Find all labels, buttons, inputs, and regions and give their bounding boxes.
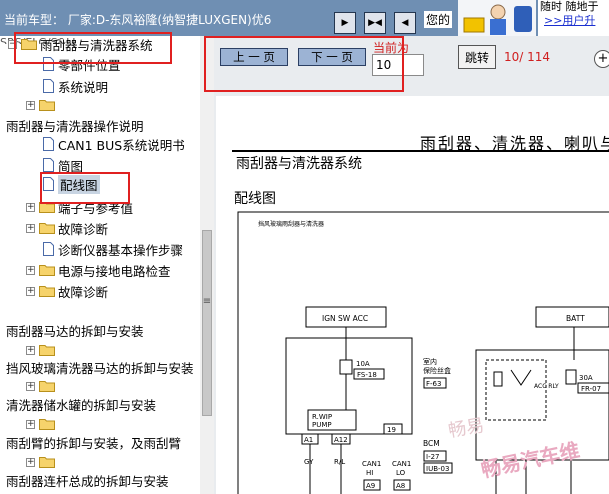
expand-icon[interactable]: + — [26, 202, 35, 212]
nav-toggle-button[interactable]: ▶◀ — [364, 12, 386, 34]
can1-hi-2: HI — [366, 469, 373, 477]
tree-item-label: 挡风玻璃清洗器马达的拆卸与安装 — [6, 360, 194, 376]
folder-icon — [39, 265, 55, 276]
pin-a12: A12 — [334, 436, 348, 444]
tree-item[interactable]: 诊断仪器基本操作步骤 — [43, 239, 183, 259]
tree-folder-row[interactable]: + — [26, 452, 58, 472]
can1-lo-1: CAN1 — [392, 460, 411, 468]
expand-icon[interactable]: + — [26, 457, 35, 467]
upgrade-link[interactable]: >>用户升 — [544, 12, 595, 28]
play-left-icon: ◀ — [401, 17, 409, 28]
expand-icon[interactable]: + — [26, 265, 35, 275]
folder-icon — [39, 286, 55, 297]
tree-item[interactable]: CAN1 BUS系统说明书 — [43, 134, 185, 154]
tree-item[interactable]: 雨刮器连杆总成的拆卸与安装 — [6, 470, 169, 490]
tree-item-label: 雨刮器马达的拆卸与安装 — [6, 323, 144, 339]
hint-text: 您的 — [424, 11, 453, 28]
annotation-box — [40, 172, 130, 204]
folder-icon — [39, 419, 55, 430]
tree-item-label: 雨刮臂的拆卸与安装，及雨刮臂 — [6, 435, 182, 451]
tree-item[interactable]: + 故障诊断 — [26, 218, 108, 238]
document-icon — [43, 137, 54, 151]
pin-a1: A1 — [304, 436, 313, 444]
tree-item-label: CAN1 BUS系统说明书 — [58, 137, 185, 153]
folder-icon — [39, 381, 55, 392]
ign-box-label: IGN SW ACC — [322, 314, 368, 323]
fuse2-rating: 30A — [579, 374, 593, 382]
tree-folder-row[interactable]: + — [26, 414, 58, 434]
pump-label-1: R.WIP — [312, 413, 332, 421]
wire-color-gy: GY — [304, 458, 314, 466]
wire-color-rl: R/L — [334, 458, 345, 466]
vehicle-model-label: 当前车型： 厂家:D-东风裕隆(纳智捷LUXGEN)优6 — [4, 13, 272, 27]
scroll-grip-icon: ≡ — [202, 296, 212, 307]
tree-folder-row[interactable]: + — [26, 376, 58, 396]
tree-item[interactable]: 雨刮器与清洗器操作说明 — [6, 115, 144, 135]
mascot-image — [458, 0, 536, 36]
tree-item-label: 清洗器储水罐的拆卸与安装 — [6, 397, 157, 413]
tree-item[interactable]: 系统说明 — [43, 76, 108, 96]
zoom-in-icon[interactable]: + — [594, 50, 609, 68]
pin-a8: A8 — [396, 482, 405, 490]
tree-item[interactable]: + 电源与接地电路检查 — [26, 260, 171, 280]
batt-box-label: BATT — [566, 314, 585, 323]
bcm-code-1: I-27 — [426, 453, 440, 461]
tree-item-label: 电源与接地电路检查 — [58, 263, 171, 279]
nav-next-button[interactable]: ▶ — [334, 12, 356, 34]
tree-item-label: 诊断仪器基本操作步骤 — [58, 242, 184, 258]
room-note-1: 室内 — [423, 357, 437, 366]
expand-icon[interactable]: + — [26, 223, 35, 233]
expand-icon[interactable]: + — [26, 381, 35, 391]
tree-item[interactable]: 雨刮器马达的拆卸与安装 — [6, 320, 144, 340]
header-rule — [232, 150, 609, 152]
annotation-box — [14, 32, 172, 64]
tree-item-label: 雨刮器连杆总成的拆卸与安装 — [6, 473, 169, 489]
folder-icon — [39, 223, 55, 234]
play-right-icon: ▶ — [341, 17, 349, 28]
tree-item-label: 系统说明 — [58, 79, 109, 95]
pin-19: 19 — [387, 426, 396, 434]
folder-icon — [39, 345, 55, 356]
page-subtitle: 配线图 — [234, 191, 276, 207]
tree-item[interactable]: 雨刮臂的拆卸与安装，及雨刮臂 — [6, 432, 181, 452]
relay-label: ACC RLY — [534, 383, 559, 390]
tree-item-label: 故障诊断 — [58, 221, 109, 237]
expand-icon[interactable]: + — [26, 100, 35, 110]
diagram-title: 挡风玻璃雨刮器与清洗器 — [258, 220, 324, 228]
nav-prev-button[interactable]: ◀ — [394, 12, 416, 34]
pin-a9: A9 — [366, 482, 375, 490]
tree-item[interactable]: + 故障诊断 — [26, 281, 108, 301]
can1-lo-2: LO — [396, 469, 406, 477]
tree-item-label: 故障诊断 — [58, 284, 109, 300]
jump-button[interactable]: 跳转 — [458, 45, 496, 69]
fuse1-rating: 10A — [356, 360, 370, 368]
document-icon — [43, 79, 54, 93]
bcm-code-2: IUB-03 — [426, 465, 449, 473]
room-note-2: 保险丝盒 — [423, 366, 451, 375]
folder-icon — [39, 100, 55, 111]
fuse1-code: FS-18 — [357, 371, 377, 379]
tree-folder-row[interactable]: + — [26, 95, 58, 115]
expand-icon[interactable]: + — [26, 286, 35, 296]
promo-panel: 随时 随地于 >>用户升 — [538, 0, 609, 36]
page-count: 10/ 114 — [504, 50, 551, 64]
expand-icon[interactable]: + — [26, 345, 35, 355]
tree-item[interactable]: 挡风玻璃清洗器马达的拆卸与安装 — [6, 357, 194, 377]
tree-scrollbar-thumb[interactable] — [202, 230, 212, 416]
tree-item[interactable]: 清洗器储水罐的拆卸与安装 — [6, 394, 156, 414]
tree-item-label: 雨刮器与清洗器操作说明 — [6, 118, 144, 134]
section-title: 雨刮器与清洗器系统 — [236, 156, 362, 172]
document-icon — [43, 158, 54, 172]
bcm-label: BCM — [423, 439, 440, 448]
fuse2-code: FR-07 — [581, 385, 601, 393]
folder-icon — [39, 457, 55, 468]
document-icon — [43, 242, 54, 256]
can1-hi-1: CAN1 — [362, 460, 381, 468]
room-note-3: F-63 — [426, 380, 441, 388]
expand-icon[interactable]: + — [26, 419, 35, 429]
skip-both-icon: ▶◀ — [368, 17, 382, 28]
annotation-box — [204, 36, 404, 92]
pump-label-2: PUMP — [312, 421, 332, 429]
